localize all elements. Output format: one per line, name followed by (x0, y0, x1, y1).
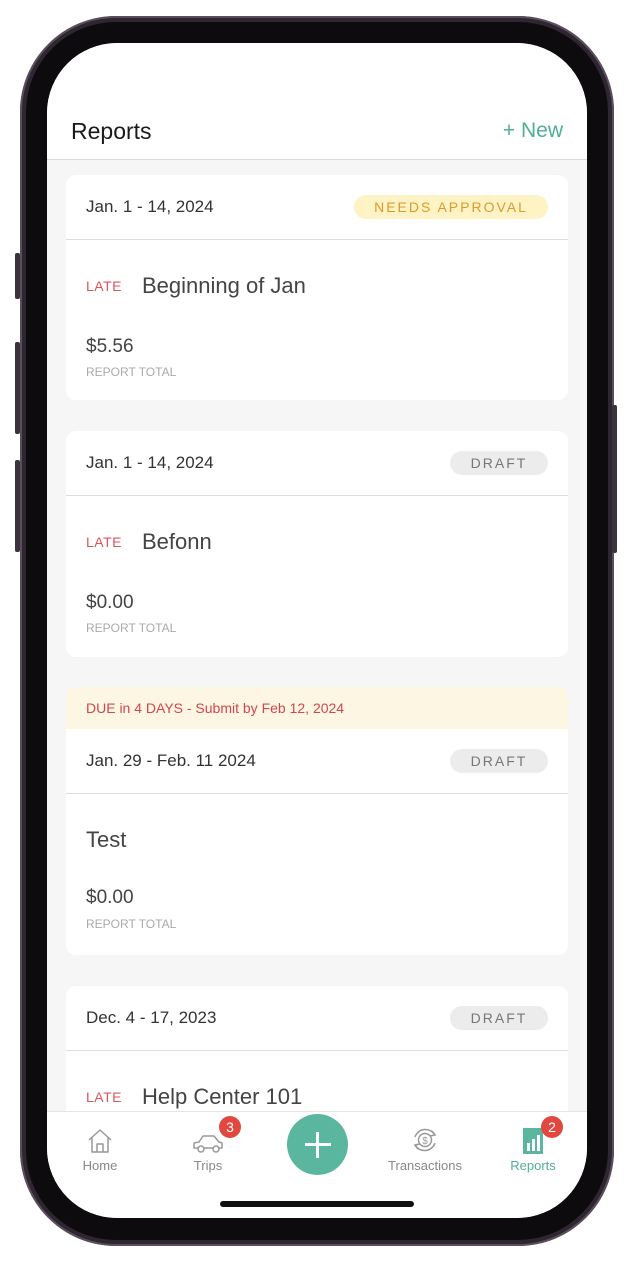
report-amount: $0.00 (86, 592, 134, 613)
status-badge: DRAFT (450, 451, 548, 475)
due-banner-text: DUE in 4 DAYS - Submit by Feb 12, 2024 (86, 700, 345, 716)
home-indicator (220, 1201, 414, 1207)
report-name: Befonn (142, 529, 212, 554)
report-date-range: Jan. 29 - Feb. 11 2024 (86, 751, 256, 770)
late-label: LATE (86, 278, 122, 294)
report-date-range: Dec. 4 - 17, 2023 (86, 1008, 217, 1027)
dollar-cycle-icon: $ (413, 1128, 437, 1152)
add-button[interactable] (287, 1114, 348, 1175)
status-badge: DRAFT (450, 1006, 548, 1030)
report-name: Help Center 101 (142, 1084, 303, 1109)
report-total-label: REPORT TOTAL (86, 365, 177, 379)
side-button-power (612, 405, 617, 553)
nav-header: Reports + New (47, 43, 587, 160)
car-icon (193, 1135, 223, 1153)
report-card-header: Jan. 1 - 14, 2024 DRAFT (66, 431, 568, 496)
report-date-range: Jan. 1 - 14, 2024 (86, 197, 214, 216)
report-card[interactable]: Jan. 1 - 14, 2024 NEEDS APPROVAL LATE Be… (66, 175, 568, 400)
late-label: LATE (86, 1089, 122, 1105)
new-report-button[interactable]: + New (503, 119, 563, 143)
tab-trips[interactable]: Trips 3 (168, 1116, 248, 1173)
late-label: LATE (86, 534, 122, 550)
status-badge: DRAFT (450, 749, 548, 773)
report-date-range: Jan. 1 - 14, 2024 (86, 453, 214, 472)
side-button-volume-up (15, 342, 20, 434)
report-card-header: Jan. 29 - Feb. 11 2024 DRAFT (66, 729, 568, 794)
tab-home[interactable]: Home (60, 1122, 140, 1173)
report-card-header: Jan. 1 - 14, 2024 NEEDS APPROVAL (66, 175, 568, 240)
house-icon (88, 1129, 112, 1153)
page-title: Reports (71, 118, 152, 144)
due-banner: DUE in 4 DAYS - Submit by Feb 12, 2024 (66, 687, 568, 729)
trips-count-badge: 3 (219, 1116, 241, 1138)
report-total-label: REPORT TOTAL (86, 917, 177, 931)
side-button-mute (15, 253, 20, 299)
report-name: Test (86, 827, 127, 852)
tab-label: Home (82, 1158, 118, 1173)
report-amount: $5.56 (86, 336, 134, 357)
tab-reports[interactable]: Reports 2 (493, 1116, 573, 1173)
tab-label: Transactions (388, 1158, 462, 1173)
report-card-header: Dec. 4 - 17, 2023 DRAFT (66, 986, 568, 1051)
tab-label: Reports (510, 1158, 556, 1173)
report-card[interactable]: DUE in 4 DAYS - Submit by Feb 12, 2024 J… (66, 687, 568, 955)
tab-label: Trips (193, 1158, 223, 1173)
report-card[interactable]: Jan. 1 - 14, 2024 DRAFT LATE Befonn $0.0… (66, 431, 568, 657)
reports-count-badge: 2 (541, 1116, 563, 1138)
report-total-label: REPORT TOTAL (86, 621, 177, 635)
svg-text:$: $ (422, 1136, 428, 1147)
app-screen: Reports + New Jan. 1 - 14, 2024 NEEDS AP… (47, 43, 587, 1218)
status-badge: NEEDS APPROVAL (354, 195, 548, 219)
report-name: Beginning of Jan (142, 273, 306, 298)
tab-transactions[interactable]: $ Transactions (385, 1122, 465, 1173)
side-button-volume-down (15, 460, 20, 552)
report-amount: $0.00 (86, 887, 134, 908)
